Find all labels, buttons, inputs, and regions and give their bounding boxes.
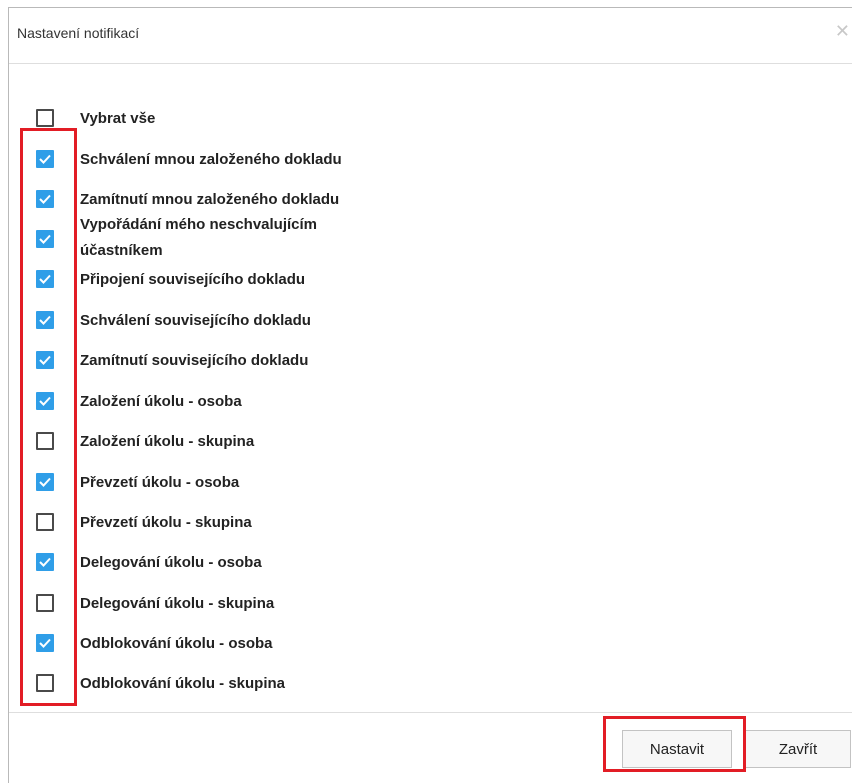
checkbox-checked[interactable] xyxy=(36,150,54,168)
checkmark-icon xyxy=(39,194,51,204)
dialog-header: Nastavení notifikací ✕ xyxy=(9,8,852,64)
checkbox-checked[interactable] xyxy=(36,351,54,369)
option-label[interactable]: Vypořádání mého neschvalujícím xyxy=(80,216,317,233)
checkmark-icon xyxy=(39,355,51,365)
checkmark-icon xyxy=(39,396,51,406)
checkbox-unchecked[interactable] xyxy=(36,109,54,127)
notification-settings-dialog: Nastavení notifikací ✕ Vybrat vše Schvále… xyxy=(8,7,852,783)
checkbox-checked[interactable] xyxy=(36,634,54,652)
option-label[interactable]: Odblokování úkolu - skupina xyxy=(80,675,285,692)
checkmark-icon xyxy=(39,477,51,487)
checkbox-checked[interactable] xyxy=(36,553,54,571)
checkbox-checked[interactable] xyxy=(36,270,54,288)
option-label[interactable]: Založení úkolu - osoba xyxy=(80,393,242,410)
option-label[interactable]: Převzetí úkolu - osoba xyxy=(80,474,239,491)
option-label[interactable]: Zamítnutí mnou založeného dokladu xyxy=(80,191,339,208)
option-label[interactable]: Založení úkolu - skupina xyxy=(80,433,254,450)
checkmark-icon xyxy=(39,234,51,244)
checkbox-unchecked[interactable] xyxy=(36,432,54,450)
checkmark-icon xyxy=(39,274,51,284)
checkmark-icon xyxy=(39,557,51,567)
checkbox-unchecked[interactable] xyxy=(36,674,54,692)
checkmark-icon xyxy=(39,315,51,325)
option-label[interactable]: Zamítnutí souvisejícího dokladu xyxy=(80,352,308,369)
option-label[interactable]: Delegování úkolu - osoba xyxy=(80,554,262,571)
checkbox-checked[interactable] xyxy=(36,190,54,208)
option-label[interactable]: Schválení souvisejícího dokladu xyxy=(80,312,311,329)
close-icon[interactable]: ✕ xyxy=(835,22,850,40)
checkbox-checked[interactable] xyxy=(36,230,54,248)
option-label[interactable]: Odblokování úkolu - osoba xyxy=(80,635,273,652)
option-label[interactable]: Připojení souvisejícího dokladu xyxy=(80,271,305,288)
checkbox-unchecked[interactable] xyxy=(36,594,54,612)
set-button[interactable]: Nastavit xyxy=(622,730,732,768)
option-label[interactable]: Delegování úkolu - skupina xyxy=(80,595,274,612)
option-label[interactable]: Převzetí úkolu - skupina xyxy=(80,514,252,531)
checkbox-checked[interactable] xyxy=(36,311,54,329)
option-label-continued[interactable]: účastníkem xyxy=(80,242,163,259)
dialog-title: Nastavení notifikací xyxy=(17,25,140,41)
checkmark-icon xyxy=(39,154,51,164)
checkbox-unchecked[interactable] xyxy=(36,513,54,531)
checkbox-checked[interactable] xyxy=(36,473,54,491)
close-button[interactable]: Zavřít xyxy=(745,730,851,768)
option-label[interactable]: Vybrat vše xyxy=(80,110,155,127)
footer-divider xyxy=(9,712,852,713)
option-label[interactable]: Schválení mnou založeného dokladu xyxy=(80,151,342,168)
checkbox-checked[interactable] xyxy=(36,392,54,410)
checkmark-icon xyxy=(39,638,51,648)
